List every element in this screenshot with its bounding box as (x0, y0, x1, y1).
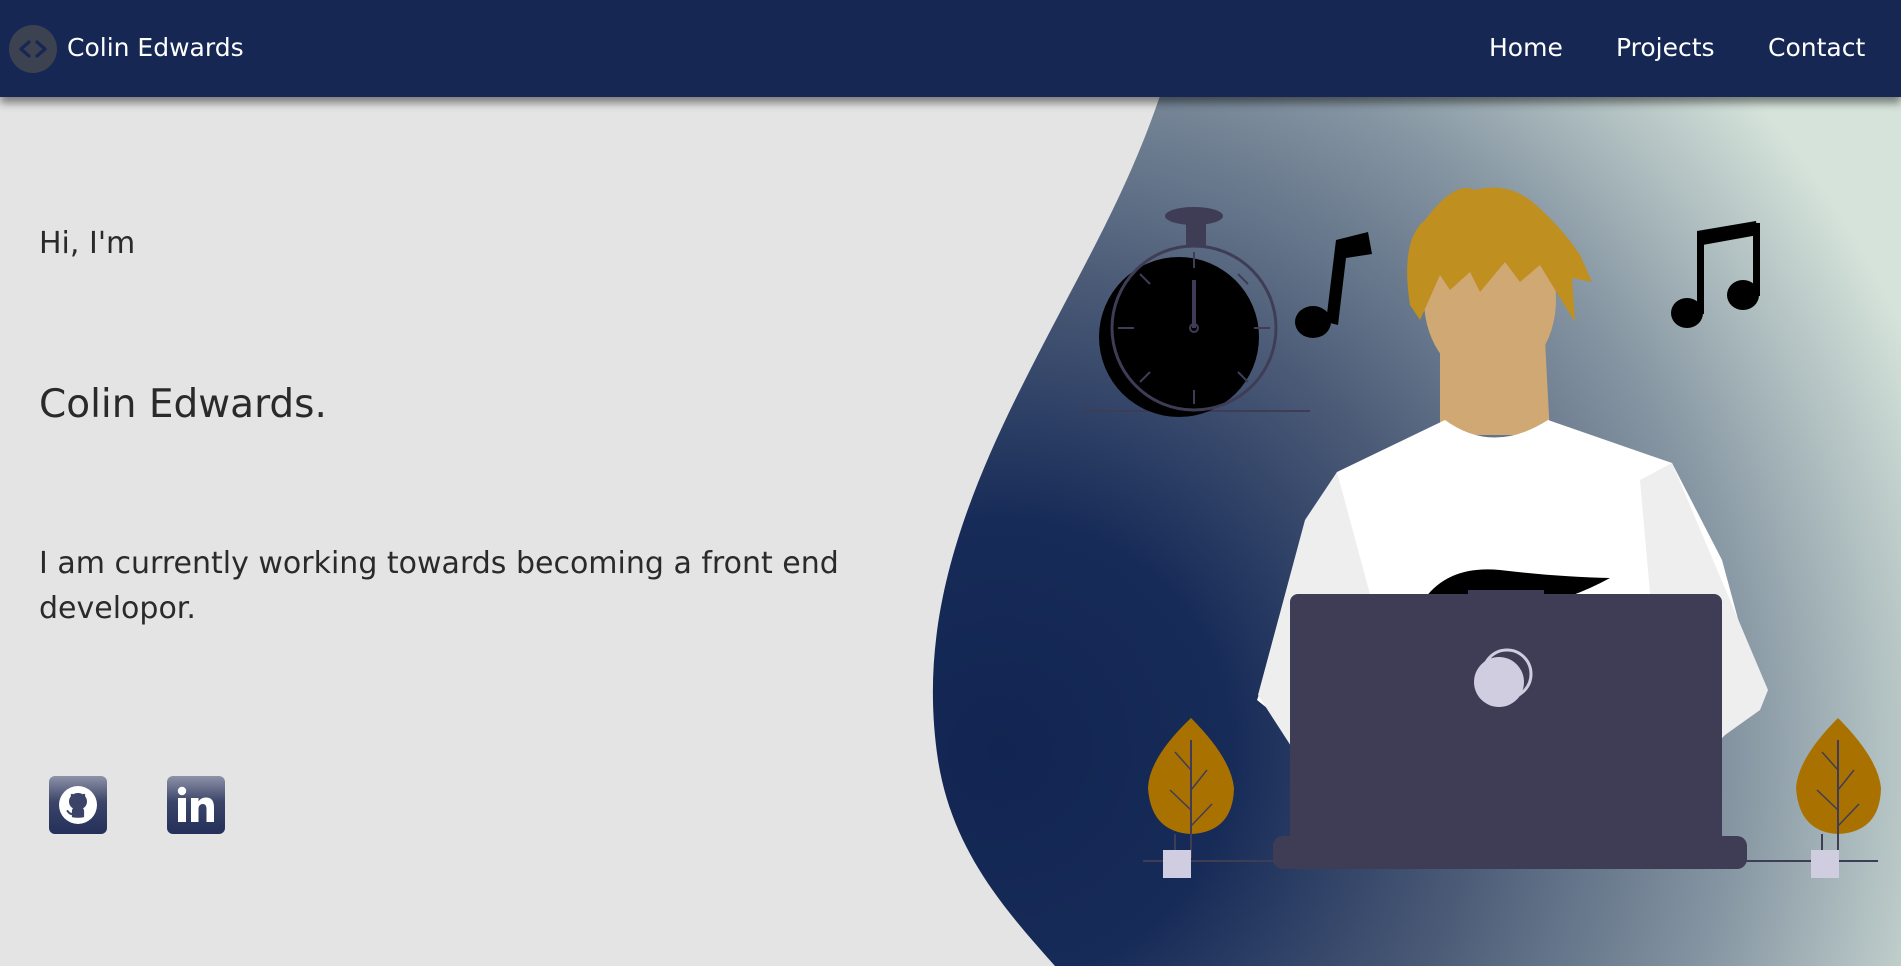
portfolio-page: Colin Edwards Home Projects Contact Hi, … (0, 0, 1901, 966)
code-brackets-icon[interactable] (9, 25, 57, 73)
name-heading: Colin Edwards. (39, 382, 327, 427)
greeting-text: Hi, I'm (39, 226, 136, 261)
github-button[interactable] (49, 776, 107, 834)
linkedin-button[interactable] (167, 776, 225, 834)
laptop-icon (1273, 590, 1747, 869)
bio-text: I am currently working towards becoming … (39, 546, 839, 626)
plant-left-icon (1143, 718, 1293, 878)
nav-link-home[interactable]: Home (1489, 30, 1563, 66)
plant-right-icon (1743, 718, 1881, 878)
brand-name[interactable]: Colin Edwards (67, 30, 244, 66)
stopwatch-icon (1083, 207, 1310, 417)
nav-link-contact[interactable]: Contact (1768, 30, 1865, 66)
nav-link-projects[interactable]: Projects (1616, 30, 1715, 66)
developer-illustration (1083, 187, 1881, 878)
github-icon (59, 786, 97, 824)
music-notes-icon (1671, 221, 1760, 328)
navbar: Colin Edwards Home Projects Contact (0, 0, 1901, 97)
linkedin-icon (177, 786, 214, 822)
music-note-icon (1295, 232, 1372, 338)
